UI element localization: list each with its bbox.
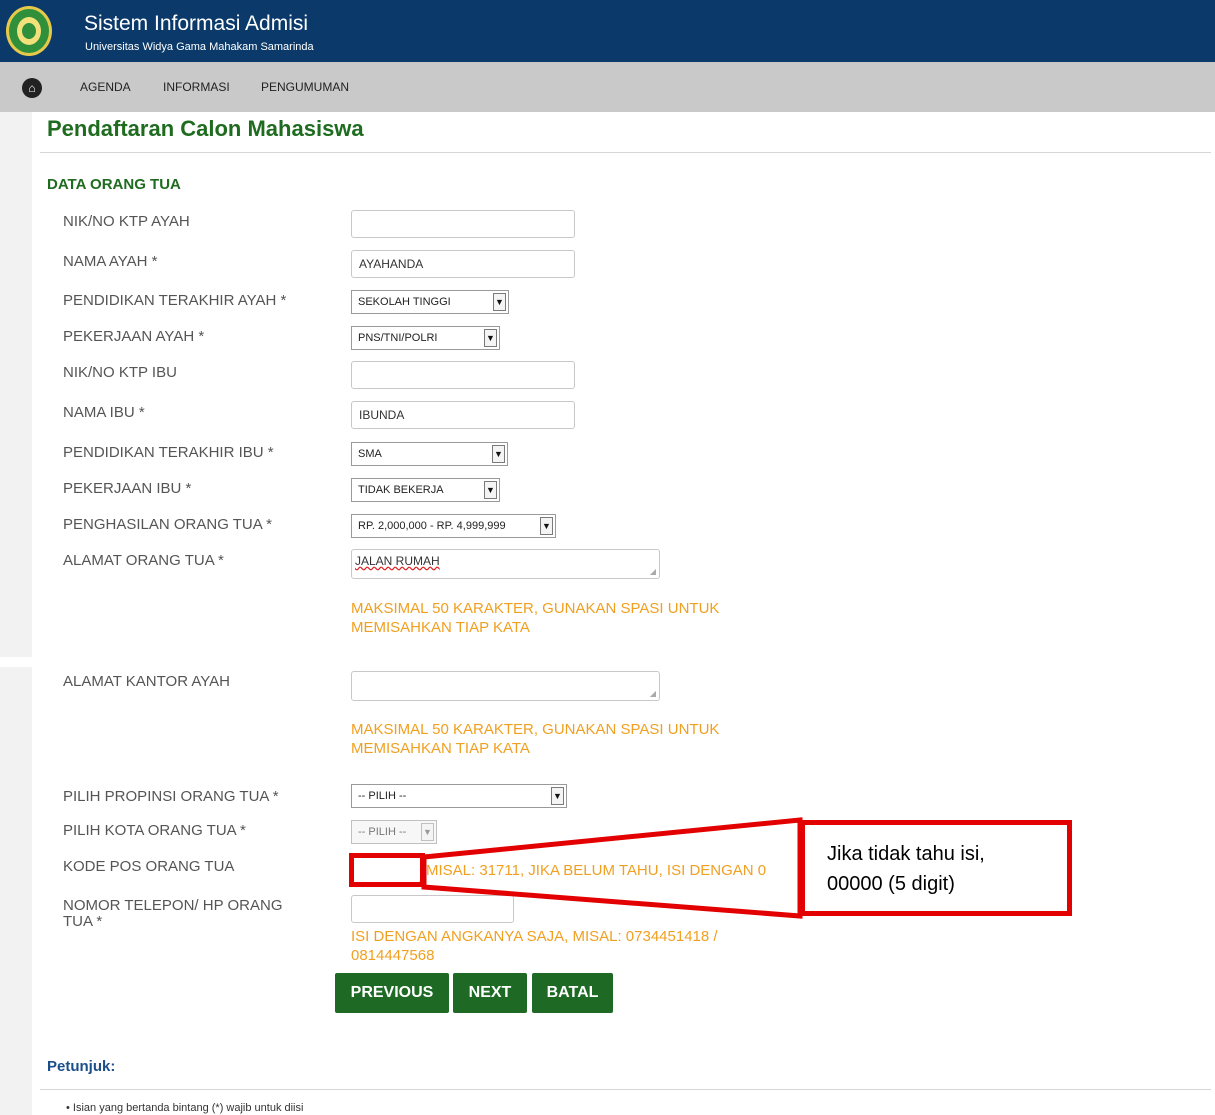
annotation-callout: Jika tidak tahu isi, 00000 (5 digit)	[800, 820, 1072, 916]
callout-wedge	[421, 817, 803, 919]
kode-pos-highlight-box	[349, 853, 425, 887]
annotation-line: Jika tidak tahu isi,	[827, 843, 985, 865]
callout-pointer	[421, 817, 803, 919]
annotation-line: 00000 (5 digit)	[827, 873, 955, 895]
